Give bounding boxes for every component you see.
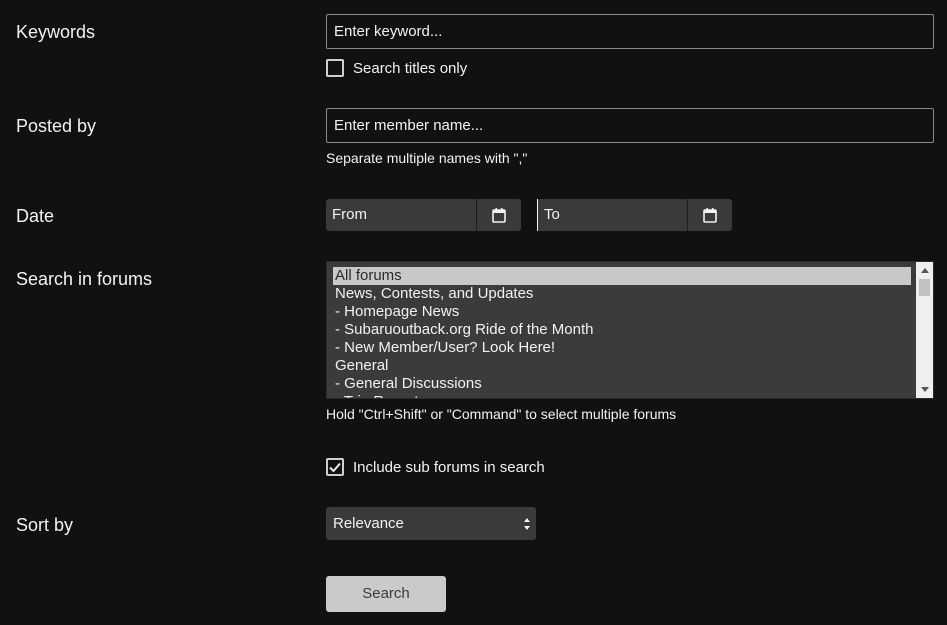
date-label: Date [16,206,55,226]
scroll-thumb[interactable] [919,279,930,296]
date-to-input[interactable]: To [537,199,688,231]
date-to-calendar-button[interactable] [688,199,732,231]
forum-option[interactable]: All forums [333,267,911,285]
date-to-field[interactable]: To [537,199,732,231]
sort-by-value: Relevance [333,515,404,532]
date-from-field[interactable]: From [326,199,521,231]
include-sub-forums-checkbox[interactable] [326,458,344,476]
forum-option[interactable]: General [333,357,911,375]
calendar-icon [492,208,506,223]
forum-option[interactable]: - General Discussions [333,375,911,393]
select-arrows-icon [524,518,530,530]
scroll-down-arrow-icon[interactable] [921,387,929,392]
forum-option[interactable]: - Trip Reports [333,393,911,398]
forum-option[interactable]: - New Member/User? Look Here! [333,339,911,357]
search-titles-only-label: Search titles only [353,59,468,77]
forums-hint: Hold "Ctrl+Shift" or "Command" to select… [326,406,677,422]
forum-option[interactable]: - Homepage News [333,303,911,321]
include-sub-forums-label: Include sub forums in search [353,458,545,476]
keywords-input[interactable] [326,14,934,49]
posted-by-hint: Separate multiple names with "," [326,150,528,166]
keywords-label: Keywords [16,22,96,42]
date-from-calendar-button[interactable] [477,199,521,231]
scroll-up-arrow-icon[interactable] [921,268,929,273]
forum-option[interactable]: - Subaruoutback.org Ride of the Month [333,321,911,339]
search-titles-only-option[interactable]: Search titles only [326,59,467,77]
posted-by-label: Posted by [16,116,97,136]
search-in-forums-label: Search in forums [16,269,153,289]
search-button[interactable]: Search [326,576,446,612]
forum-options: All forums News, Contests, and Updates - H… [333,267,911,398]
date-from-input[interactable]: From [326,199,477,231]
include-sub-forums-option[interactable]: Include sub forums in search [326,458,545,476]
search-titles-only-checkbox[interactable] [326,59,344,77]
forum-option[interactable]: News, Contests, and Updates [333,285,911,303]
calendar-icon [703,208,717,223]
checkmark-icon [329,462,341,473]
sort-by-select[interactable]: Relevance [326,507,536,540]
sort-by-label: Sort by [16,515,74,535]
forum-multiselect[interactable]: All forums News, Contests, and Updates - H… [326,261,934,399]
forum-list-scrollbar[interactable] [916,262,933,398]
member-name-input[interactable] [326,108,934,143]
